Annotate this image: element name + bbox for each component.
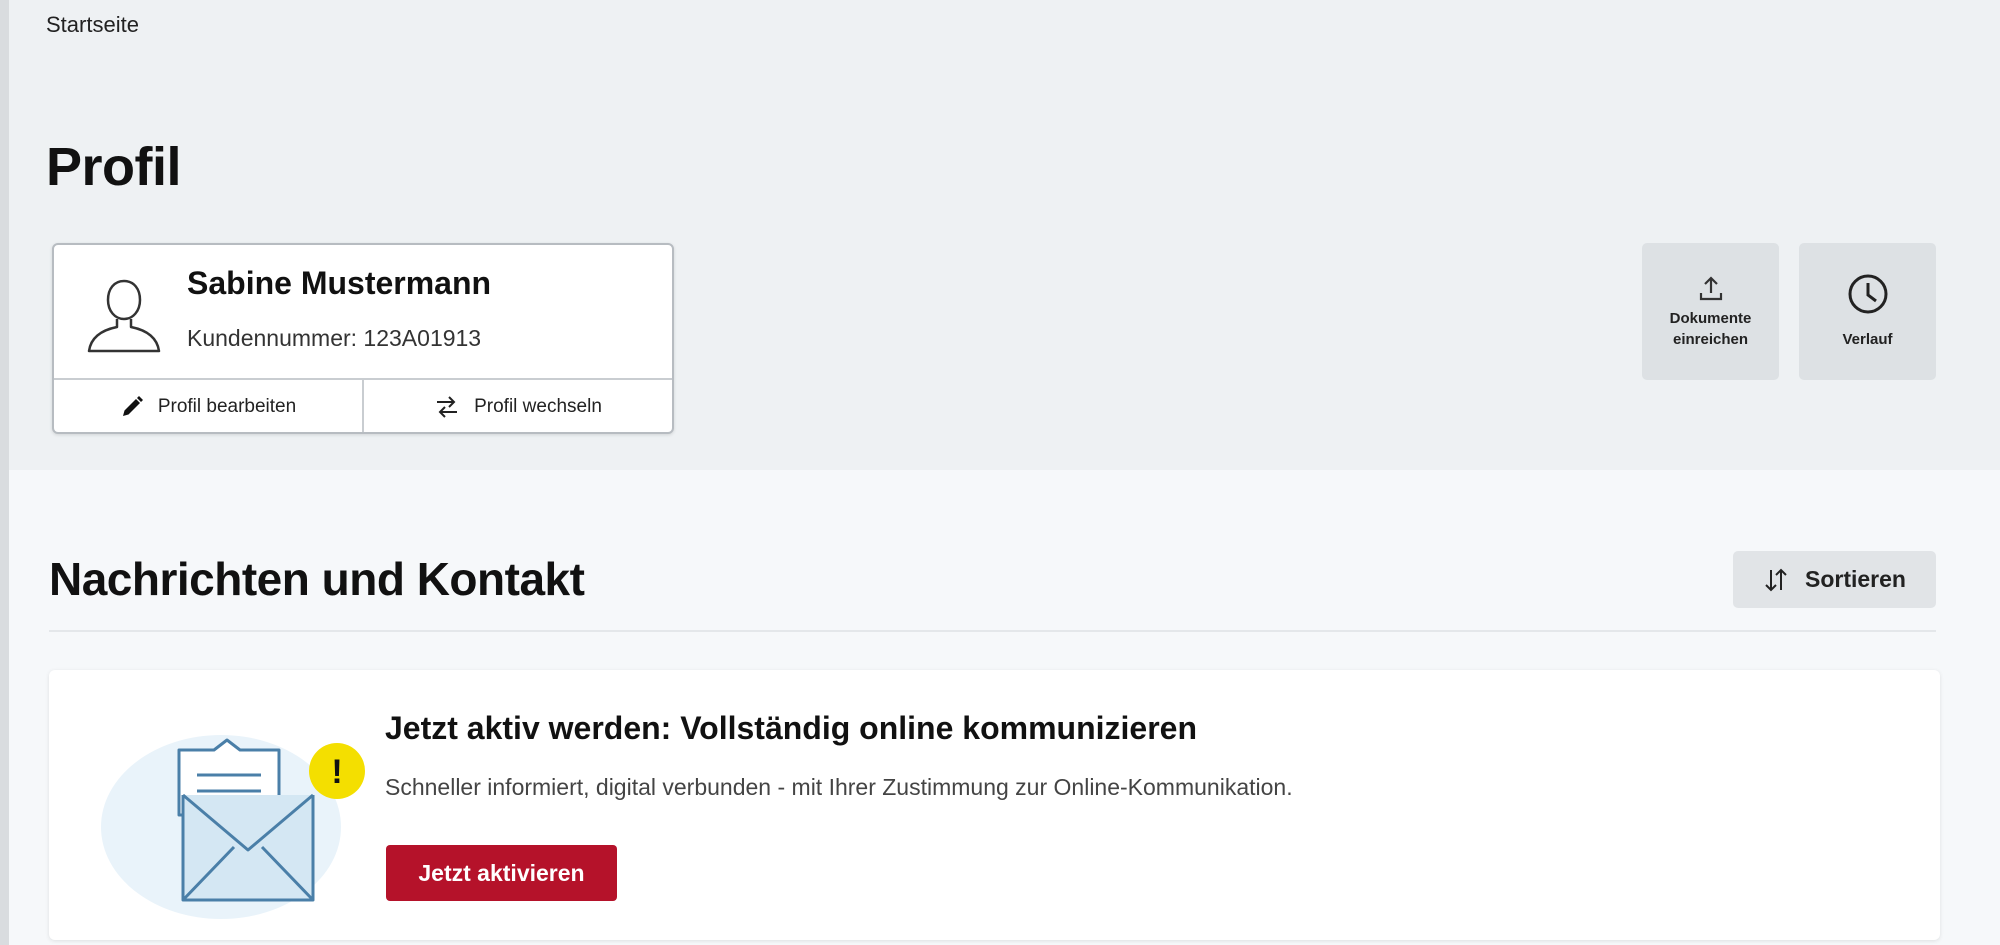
messages-title: Nachrichten und Kontakt	[49, 553, 585, 605]
sort-button[interactable]: Sortieren	[1733, 551, 1936, 608]
envelope-icon: !	[101, 735, 365, 919]
online-communication-card: ! Jetzt aktiv werden: Vollständig online…	[49, 670, 1940, 940]
upload-icon	[1699, 276, 1722, 301]
edit-profile-button[interactable]: Profil bearbeiten	[54, 380, 362, 432]
edit-profile-label: Profil bearbeiten	[157, 396, 297, 417]
profile-name: Sabine Mustermann	[187, 265, 492, 301]
switch-profile-label: Profil wechseln	[474, 396, 602, 417]
submit-documents-button[interactable]: Dokumente einreichen	[1642, 243, 1779, 380]
switch-icon	[437, 396, 458, 418]
profile-actions: Profil bearbeiten Profil wechseln	[54, 378, 672, 432]
activate-button[interactable]: Jetzt aktivieren	[386, 845, 617, 901]
customer-number: Kundennummer: 123A01913	[187, 325, 482, 351]
left-border	[0, 0, 9, 945]
submit-documents-label-line1: Dokumente	[1669, 310, 1752, 328]
submit-documents-label-line2: einreichen	[1672, 330, 1749, 348]
sort-label: Sortieren	[1805, 566, 1906, 592]
user-icon	[87, 279, 161, 353]
breadcrumb[interactable]: Startseite	[46, 12, 139, 38]
clock-icon	[1848, 274, 1887, 314]
page-title: Profil	[46, 137, 182, 197]
profile-card: Sabine Mustermann Kundennummer: 123A0191…	[52, 243, 674, 434]
sort-icon	[1765, 568, 1787, 591]
pencil-icon	[122, 396, 143, 416]
switch-profile-button[interactable]: Profil wechseln	[362, 380, 672, 432]
alert-badge: !	[331, 753, 342, 791]
history-label: Verlauf	[1842, 331, 1893, 349]
info-card-title: Jetzt aktiv werden: Vollständig online k…	[385, 710, 1197, 746]
section-divider	[49, 630, 1936, 632]
info-card-text: Schneller informiert, digital verbunden …	[385, 774, 1293, 800]
history-button[interactable]: Verlauf	[1799, 243, 1936, 380]
